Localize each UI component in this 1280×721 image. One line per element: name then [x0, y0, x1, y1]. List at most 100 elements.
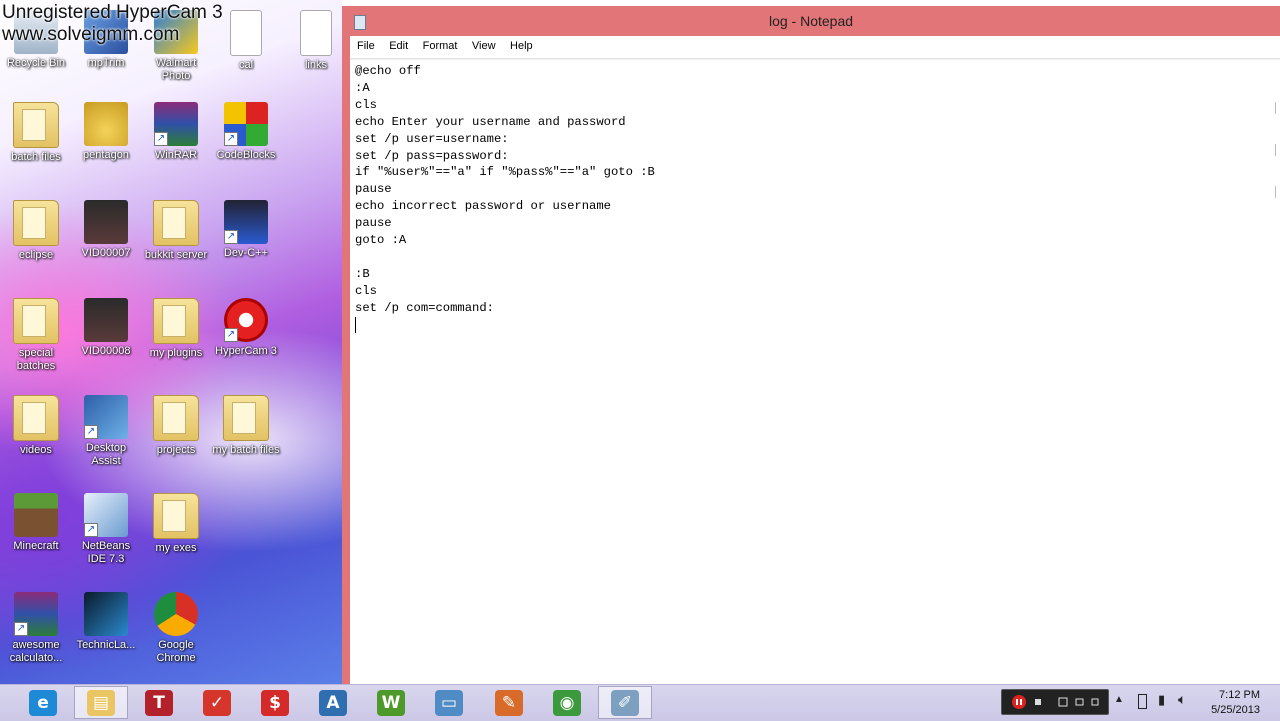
- clock[interactable]: 7:12 PM 5/25/2013: [1211, 688, 1260, 718]
- taskbar-button-paint-app[interactable]: ✎: [482, 686, 536, 719]
- desktop-icon-codeblocks[interactable]: CodeBlocks: [212, 102, 280, 162]
- desktop-icon-label: awesome calculato...: [9, 639, 63, 664]
- battery-icon[interactable]: [1138, 694, 1147, 709]
- netbeans-icon: [84, 493, 128, 537]
- wordpad-icon: W: [377, 689, 405, 716]
- desktop-icon-label: TechnicLa...: [76, 639, 136, 651]
- menu-view[interactable]: View: [467, 36, 501, 52]
- desktop-icon-my-exes[interactable]: my exes: [142, 493, 210, 555]
- desktop-icon-batch-files[interactable]: batch files: [2, 102, 70, 164]
- desktop-icon-videos[interactable]: videos: [2, 395, 70, 457]
- desktop-icon-pentagon[interactable]: pentagon: [72, 102, 140, 162]
- desktop-icon-label: NetBeans IDE 7.3: [81, 540, 131, 565]
- text-caret: [355, 316, 356, 333]
- hypercam-icon: [224, 298, 268, 342]
- display-app-icon: ▭: [435, 689, 463, 716]
- todo-app-icon: ✓: [203, 689, 231, 716]
- desktop-icon-hypercam-3[interactable]: HyperCam 3: [212, 298, 280, 358]
- desktop-icon-label: bukkit server: [144, 249, 208, 261]
- desktop-icon-label: Minecraft: [13, 540, 59, 552]
- folder-icon: [223, 395, 269, 441]
- network-icon[interactable]: ▮: [1158, 692, 1165, 708]
- menu-file[interactable]: File: [352, 36, 380, 52]
- desktop-icon-minecraft[interactable]: Minecraft: [2, 493, 70, 553]
- lock-icon: [84, 102, 128, 146]
- taskbar-button-textpad[interactable]: T: [132, 686, 186, 719]
- desktop-icon-awesome-calculato[interactable]: awesome calculato...: [2, 592, 70, 665]
- desktop-icon-desktop-assist[interactable]: Desktop Assist: [72, 395, 140, 468]
- hypercam-recorder-bar[interactable]: [1001, 689, 1109, 715]
- desktop-icon-projects[interactable]: projects: [142, 395, 210, 457]
- font-app-icon: A: [319, 689, 347, 716]
- desktop-icon-netbeans-ide-7-3[interactable]: NetBeans IDE 7.3: [72, 493, 140, 566]
- desktop-icon-my-plugins[interactable]: my plugins: [142, 298, 210, 360]
- menu-format[interactable]: Format: [418, 36, 463, 52]
- volume-icon[interactable]: 🔈︎: [1178, 691, 1186, 708]
- text-file-icon: [230, 10, 262, 56]
- folder-icon: [13, 298, 59, 344]
- folder-icon: [153, 493, 199, 539]
- devcpp-icon: [224, 200, 268, 244]
- menu-help[interactable]: Help: [505, 36, 538, 52]
- taskbar-button-font-app[interactable]: A: [306, 686, 360, 719]
- recorder-controls-icon: [1012, 695, 1099, 709]
- desktop-icon-label: my plugins: [149, 347, 203, 359]
- taskbar-button-todo-app[interactable]: ✓: [190, 686, 244, 719]
- video-thumbnail-icon: [84, 298, 128, 342]
- desktop-icon-label: cal: [238, 59, 254, 71]
- text-file-icon: [300, 10, 332, 56]
- desktop-icon-label: Desktop Assist: [85, 442, 127, 467]
- folder-icon: [153, 200, 199, 246]
- file-explorer-icon: ▤: [87, 689, 115, 716]
- taskbar-button-file-explorer[interactable]: ▤: [74, 686, 128, 719]
- desktop-icon-my-batch-files[interactable]: my batch files: [212, 395, 280, 457]
- taskbar-button-internet-explorer[interactable]: e: [16, 686, 70, 719]
- folder-icon: [153, 395, 199, 441]
- desktop-icon-label: links: [304, 59, 327, 71]
- desktop-icon-label: eclipse: [18, 249, 54, 261]
- desktop-icon-eclipse[interactable]: eclipse: [2, 200, 70, 262]
- video-thumbnail-icon: [84, 200, 128, 244]
- chrome-icon: ◉: [553, 689, 581, 716]
- desktop-icon-google-chrome[interactable]: Google Chrome: [142, 592, 210, 665]
- desktop-icon-special-batches[interactable]: special batches: [2, 298, 70, 373]
- notepad-window: log - Notepad File Edit Format View Help…: [342, 6, 1280, 684]
- clock-date: 5/25/2013: [1211, 704, 1260, 716]
- clock-time: 7:12 PM: [1219, 689, 1260, 701]
- desktop-icon-links[interactable]: links: [282, 10, 342, 72]
- menu-edit[interactable]: Edit: [384, 36, 413, 52]
- desktop-icon-vid00007[interactable]: VID00007: [72, 200, 140, 260]
- desktop-icon-winrar[interactable]: WinRAR: [142, 102, 210, 162]
- taskbar-button-chrome[interactable]: ◉: [540, 686, 594, 719]
- folder-icon: [13, 395, 59, 441]
- taskbar-button-display-app[interactable]: ▭: [422, 686, 476, 719]
- dollar-app-icon: $: [261, 689, 289, 716]
- desktop-icon-label: Dev-C++: [223, 247, 269, 259]
- codeblocks-icon: [224, 102, 268, 146]
- desktop-icon-bukkit-server[interactable]: bukkit server: [142, 200, 210, 262]
- textpad-icon: T: [145, 689, 173, 716]
- desktop-icon-label: pentagon: [83, 149, 129, 161]
- notepad-icon: ✐: [611, 689, 639, 716]
- desktop-icon-label: Google Chrome: [156, 639, 196, 664]
- scrollbar[interactable]: [1274, 84, 1280, 344]
- desktop-icon-label: HyperCam 3: [215, 345, 277, 357]
- show-hidden-icons-icon[interactable]: ▲: [1114, 694, 1124, 705]
- window-title: log - Notepad: [768, 13, 854, 29]
- desktop-icon-label: CodeBlocks: [216, 149, 276, 161]
- desktop-icon-label: projects: [156, 444, 196, 456]
- desktop-icon-dev-c[interactable]: Dev-C++: [212, 200, 280, 260]
- paint-app-icon: ✎: [495, 689, 523, 716]
- taskbar-button-notepad[interactable]: ✐: [598, 686, 652, 719]
- desktop-icon-technicla[interactable]: TechnicLa...: [72, 592, 140, 652]
- title-bar[interactable]: log - Notepad: [342, 6, 1280, 36]
- editor-text[interactable]: @echo off :A cls echo Enter your usernam…: [350, 60, 1280, 337]
- desktop-icon-label: batch files: [11, 151, 61, 163]
- desktop-icon-vid00008[interactable]: VID00008: [72, 298, 140, 358]
- text-editor[interactable]: @echo off :A cls echo Enter your usernam…: [350, 59, 1280, 684]
- desktop-icon-label: mpTrim: [87, 57, 125, 69]
- winrar-icon: [154, 102, 198, 146]
- taskbar-button-dollar-app[interactable]: $: [248, 686, 302, 719]
- folder-icon: [153, 298, 199, 344]
- taskbar-button-wordpad[interactable]: W: [364, 686, 418, 719]
